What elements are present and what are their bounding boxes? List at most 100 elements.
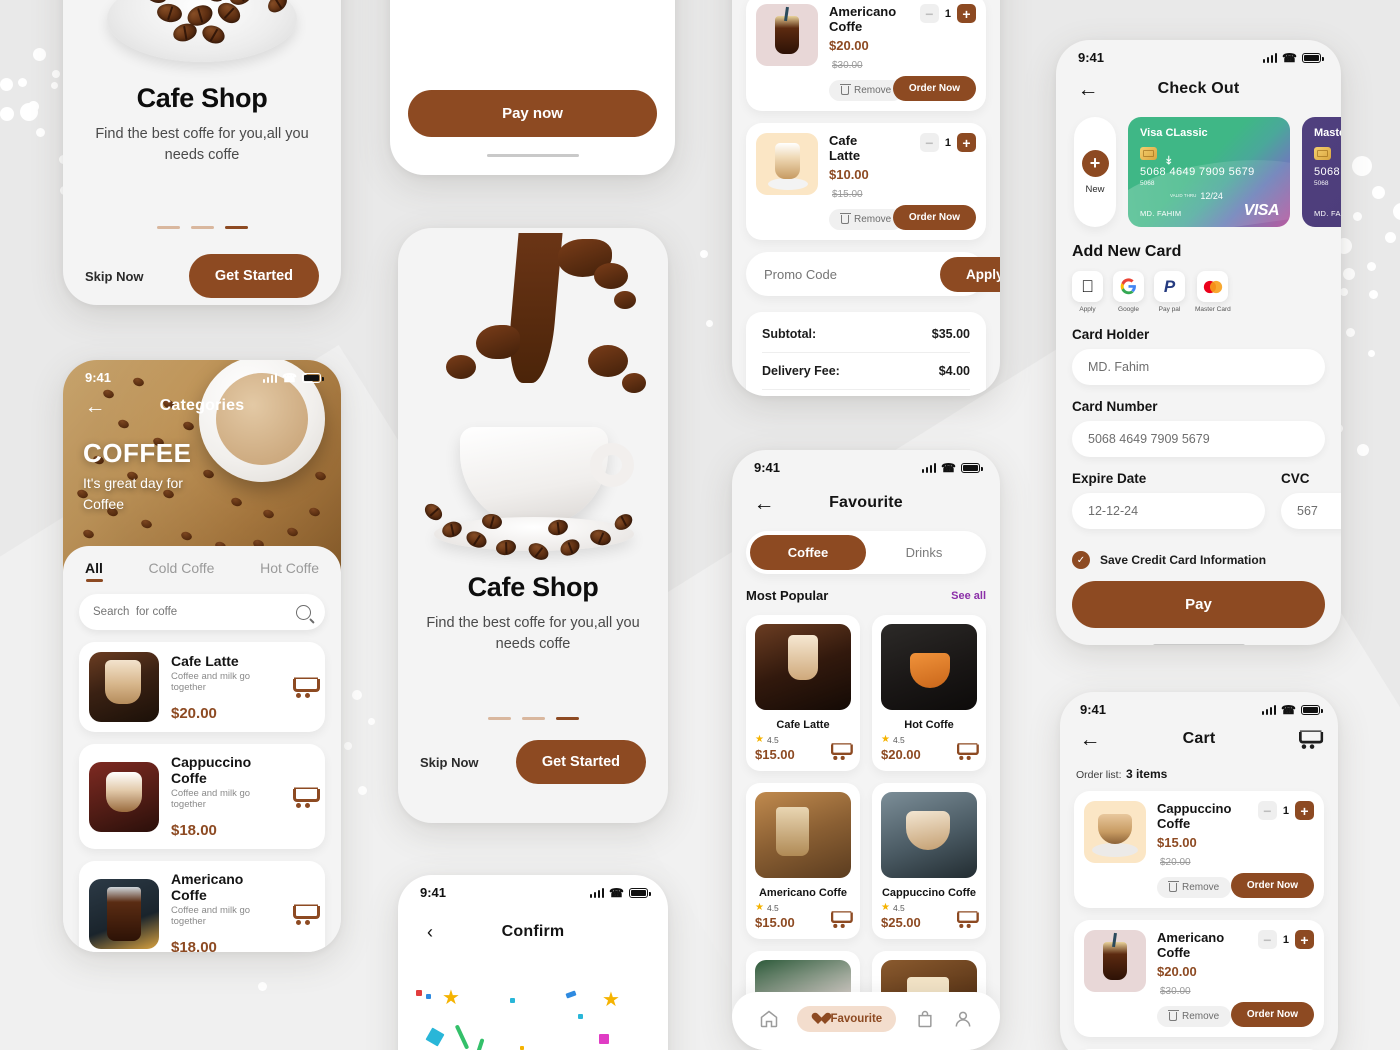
trash-icon <box>839 83 851 95</box>
tab-cold-coffe[interactable]: Cold Coffe <box>149 560 215 582</box>
saved-cards-carousel[interactable]: + New Visa CLassic ↠ 5068 4649 7909 5679… <box>1072 117 1341 227</box>
onboarding-screen-2: Cafe Shop Find the best coffe for you,al… <box>398 228 668 823</box>
cart-screen: 9:41 ☎ ← Cart Order list: 3 items Cappuc… <box>1060 692 1338 1050</box>
apply-promo-button[interactable]: Apply <box>940 256 1000 292</box>
quantity-value: 1 <box>1282 933 1289 946</box>
tab-favourite[interactable]: Favourite <box>797 1006 897 1032</box>
tab-hot-coffe[interactable]: Hot Coffe <box>260 560 319 582</box>
home-icon[interactable] <box>759 1009 779 1029</box>
get-started-button[interactable]: Get Started <box>188 254 319 299</box>
order-now-button[interactable]: Order Now <box>1230 873 1314 898</box>
payment-method-mastercard[interactable]: Master Card <box>1195 271 1231 313</box>
order-now-button[interactable]: Order Now <box>1230 1002 1314 1027</box>
get-started-button[interactable]: Get Started <box>515 740 646 785</box>
product-price: $18.00 <box>171 822 217 839</box>
pay-button[interactable]: Pay <box>1072 581 1325 628</box>
categories-screen: ← Categories COFFEE It's great day for C… <box>63 360 341 952</box>
back-icon[interactable]: ← <box>752 491 776 515</box>
cart-icon[interactable] <box>291 786 320 808</box>
cart-icon[interactable] <box>291 903 320 925</box>
decrease-quantity-button[interactable]: − <box>1257 930 1277 949</box>
pagination-dot[interactable] <box>487 717 511 721</box>
favourite-card[interactable]: Cafe Latte ★ 4.5 $15.00 <box>746 615 860 771</box>
cart-icon[interactable] <box>955 910 979 929</box>
cart-icon[interactable] <box>829 742 853 761</box>
pagination-dot[interactable] <box>190 226 214 230</box>
credit-card-mastercard[interactable]: Mastercard 5068 4649 7 5068 MD. FAHIM <box>1302 117 1341 227</box>
pagination-dot[interactable] <box>521 717 545 721</box>
product-name: Americano Coffe <box>171 871 244 903</box>
google-icon <box>1113 271 1144 302</box>
expiry-cvc-row: Expire Date CVC <box>1072 457 1341 529</box>
see-all-link[interactable]: See all <box>951 590 986 602</box>
favourite-card[interactable]: Cappuccino Coffe ★ 4.5 $25.00 <box>872 783 986 939</box>
increase-quantity-button[interactable]: + <box>1295 930 1314 949</box>
increase-quantity-button[interactable]: + <box>1295 801 1314 820</box>
cart-icon[interactable] <box>291 676 320 698</box>
card-number-input[interactable] <box>1088 432 1309 446</box>
pay-now-button[interactable]: Pay now <box>408 90 657 137</box>
save-card-checkbox[interactable]: ✓ <box>1072 551 1090 569</box>
product-thumbnail <box>89 652 159 722</box>
payment-method-apple[interactable]:  Apply <box>1072 271 1103 313</box>
pagination-dot-active[interactable] <box>555 717 579 721</box>
increase-quantity-button[interactable]: + <box>957 133 976 152</box>
onboarding-title-1: Cafe Shop <box>136 83 268 113</box>
product-row[interactable]: Americano Coffe Coffee and milk go toget… <box>79 861 325 952</box>
summary-label: Delivery Fee: <box>762 364 840 378</box>
product-row[interactable]: Cafe Latte Coffee and milk go together $… <box>79 642 325 732</box>
cvc-field[interactable] <box>1281 493 1341 529</box>
skip-now-button[interactable]: Skip Now <box>420 755 479 770</box>
credit-card-visa[interactable]: Visa CLassic ↠ 5068 4649 7909 5679 5068 … <box>1128 117 1290 227</box>
pagination-dot-active[interactable] <box>224 226 248 230</box>
tab-all[interactable]: All <box>85 560 103 582</box>
expire-date-field[interactable] <box>1072 493 1265 529</box>
cart-item-price: $15.00 <box>1157 835 1197 850</box>
order-now-button[interactable]: Order Now <box>892 76 976 101</box>
card-holder-field[interactable] <box>1072 349 1325 385</box>
remove-label: Remove <box>854 85 892 96</box>
back-icon[interactable]: ← <box>83 394 107 418</box>
card-holder-input[interactable] <box>1088 360 1309 374</box>
decrease-quantity-button[interactable]: − <box>1257 801 1277 820</box>
payment-method-google[interactable]: Google <box>1113 271 1144 313</box>
search-icon[interactable] <box>296 604 311 620</box>
favourite-card[interactable]: Hot Coffe ★ 4.5 $20.00 <box>872 615 986 771</box>
promo-code-input[interactable] <box>764 266 940 282</box>
payment-method-paypal[interactable]: P Pay pal <box>1154 271 1185 313</box>
decrease-quantity-button[interactable]: − <box>919 133 939 152</box>
cvc-input[interactable] <box>1297 504 1341 518</box>
bag-icon[interactable] <box>915 1009 935 1029</box>
back-icon[interactable]: ← <box>1078 727 1102 751</box>
decrease-quantity-button[interactable]: − <box>919 4 939 23</box>
add-new-card-button[interactable]: + New <box>1074 117 1116 227</box>
hero-text-block: COFFEE It's great day for Coffee <box>83 438 213 515</box>
cart-icon[interactable] <box>829 910 853 929</box>
favourite-card[interactable]: Americano Coffe ★ 4.5 $15.00 <box>746 783 860 939</box>
pagination-dot[interactable] <box>156 226 180 230</box>
search-input[interactable] <box>93 606 296 618</box>
skip-now-button[interactable]: Skip Now <box>85 269 144 284</box>
card-number-field[interactable] <box>1072 421 1325 457</box>
cart-item-thumbnail <box>756 133 818 195</box>
profile-icon[interactable] <box>953 1009 973 1029</box>
remove-button[interactable]: Remove <box>1157 877 1232 898</box>
segment-coffee[interactable]: Coffee <box>750 535 866 570</box>
remove-button[interactable]: Remove <box>1157 1006 1232 1027</box>
back-icon[interactable]: ‹ <box>418 920 442 944</box>
order-now-button[interactable]: Order Now <box>892 205 976 230</box>
onboarding-pagination-1 <box>63 226 341 230</box>
increase-quantity-button[interactable]: + <box>957 4 976 23</box>
segment-drinks[interactable]: Drinks <box>866 535 982 570</box>
cart-icon[interactable] <box>955 742 979 761</box>
payment-method-label: Google <box>1118 306 1139 313</box>
heart-icon <box>811 1013 824 1025</box>
expire-date-input[interactable] <box>1088 504 1249 518</box>
back-icon[interactable]: ← <box>1076 77 1100 101</box>
cart-item-thumbnail <box>1084 930 1146 992</box>
search-bar[interactable] <box>79 594 325 630</box>
product-row[interactable]: Cappuccino Coffe Coffee and milk go toge… <box>79 744 325 849</box>
rating-value: 4.5 <box>766 903 779 913</box>
cart-header-icon[interactable] <box>1297 729 1324 749</box>
favourite-image <box>881 624 977 710</box>
